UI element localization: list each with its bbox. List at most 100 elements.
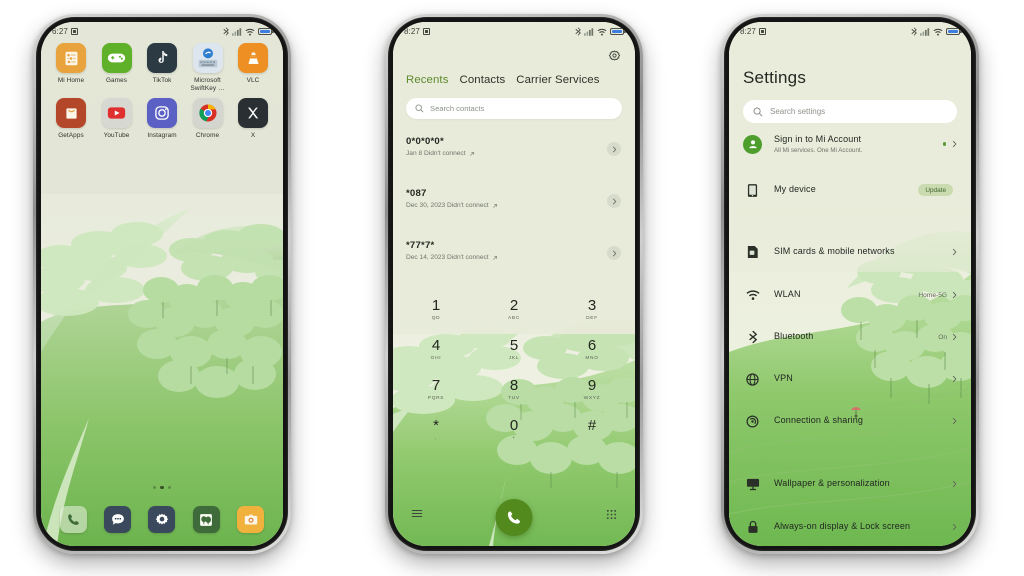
signal-icon xyxy=(584,27,594,36)
settings-item-label: Sign in to Mi Account xyxy=(774,134,862,145)
settings-item-sub: All Mi services. One Mi Account. xyxy=(774,146,863,154)
app-tiktok[interactable]: TikTok xyxy=(141,43,183,93)
settings-item-wlan[interactable]: WLAN Home-5G xyxy=(729,283,971,307)
key-letters: JKL xyxy=(508,355,520,361)
hamburger-menu-icon[interactable] xyxy=(411,505,423,523)
settings-item-value: Home-5G xyxy=(918,291,947,299)
dialpad-key-9[interactable]: 9 WXYZ xyxy=(569,378,615,418)
dialpad-key-8[interactable]: 8 TUV xyxy=(491,378,537,418)
home-dock xyxy=(41,506,283,533)
phone-dialer-screen: 8:27 Recents Contacts Carrier Services S… xyxy=(385,14,643,554)
call-details-button[interactable] xyxy=(607,194,621,208)
bluetooth-icon xyxy=(911,27,917,36)
app-label: TikTok xyxy=(152,77,172,84)
key-digit: 0 xyxy=(509,417,519,434)
settings-item-text: SIM cards & mobile networks xyxy=(774,246,952,257)
app-youtube[interactable]: YouTube xyxy=(96,98,138,140)
call-log-row[interactable]: *087 Dec 30, 2023 Didn't connect xyxy=(393,182,635,234)
dialpad-key-1[interactable]: 1 QD xyxy=(413,298,459,338)
app-mi-home[interactable]: Mi Home xyxy=(50,43,92,93)
dialpad-key-0[interactable]: 0 + xyxy=(491,418,537,458)
settings-item-text: WLAN xyxy=(774,289,918,300)
dialpad-key-star[interactable]: *, xyxy=(413,418,459,458)
page-dot[interactable] xyxy=(152,485,157,489)
tab-contacts[interactable]: Contacts xyxy=(460,74,506,86)
call-details-button[interactable] xyxy=(607,142,621,156)
settings-item-mi-account[interactable]: Sign in to Mi Account All Mi services. O… xyxy=(729,132,971,156)
outgoing-call-arrow-icon xyxy=(492,203,497,208)
outgoing-call-arrow-icon xyxy=(492,255,497,260)
dialpad-icon[interactable] xyxy=(606,507,617,525)
call-detail: Dec 30, 2023 Didn't connect xyxy=(406,202,622,209)
app-label: VLC xyxy=(246,77,260,84)
dialpad-key-5[interactable]: 5 JKL xyxy=(491,338,537,378)
call-log-row[interactable]: *77*7* Dec 14, 2023 Didn't connect xyxy=(393,234,635,286)
search-settings-input[interactable]: Search settings xyxy=(743,100,957,123)
search-contacts-input[interactable]: Search contacts xyxy=(406,98,622,119)
app-microsoft-swiftkey[interactable]: Microsoft SwiftKey … xyxy=(187,43,229,93)
key-digit: 4 xyxy=(431,337,441,354)
key-digit: 9 xyxy=(587,377,597,394)
dialpad-key-6[interactable]: 6 MNO xyxy=(569,338,615,378)
dock-phone-icon[interactable] xyxy=(59,506,87,533)
outgoing-call-arrow-icon xyxy=(469,151,474,156)
lock-icon xyxy=(743,520,762,534)
bluetooth-icon xyxy=(743,330,762,344)
page-dot[interactable] xyxy=(167,485,172,489)
settings-item-vpn[interactable]: VPN xyxy=(729,367,971,391)
call-button[interactable] xyxy=(495,499,533,536)
app-chrome[interactable]: Chrome xyxy=(187,98,229,140)
page-dot-active[interactable] xyxy=(160,485,164,489)
search-icon xyxy=(753,106,763,116)
dialpad-row: 4 GHI 5 JKL 6 MNO xyxy=(413,338,615,378)
dialpad-key-7[interactable]: 7 PQRS xyxy=(413,378,459,418)
vlc-icon xyxy=(238,43,268,73)
settings-item-text: Connection & sharing xyxy=(774,415,952,426)
x-icon xyxy=(238,98,268,128)
chevron-right-icon xyxy=(952,286,957,304)
app-games[interactable]: Games xyxy=(96,43,138,93)
wifi-icon xyxy=(597,28,607,35)
app-instagram[interactable]: Instagram xyxy=(141,98,183,140)
key-digit: # xyxy=(587,417,597,434)
app-vlc[interactable]: VLC xyxy=(232,43,274,93)
app-x[interactable]: X xyxy=(232,98,274,140)
settings-item-my-device[interactable]: My device Update xyxy=(729,178,971,202)
phone-home-screen: 6:27 Mi Home Games TikTok Microsoft Swif… xyxy=(33,14,291,554)
dialer-tabs: Recents Contacts Carrier Services xyxy=(406,74,622,86)
key-digit: 2 xyxy=(509,297,519,314)
update-badge[interactable]: Update xyxy=(918,184,953,196)
call-log-row[interactable]: 0*0*0*0* Jan 8 Didn't connect xyxy=(393,130,635,182)
notification-dot xyxy=(942,142,946,146)
dialpad-row: 1 QD 2 ABC 3 DEF xyxy=(413,298,615,338)
tiktok-icon xyxy=(147,43,177,73)
dock-settings-icon[interactable] xyxy=(148,506,176,533)
dialpad-key-4[interactable]: 4 GHI xyxy=(413,338,459,378)
settings-gear-icon[interactable] xyxy=(606,48,622,64)
screenshot-stage: 6:27 Mi Home Games TikTok Microsoft Swif… xyxy=(0,0,1024,576)
settings-item-text: Wallpaper & personalization xyxy=(774,478,952,489)
call-number: *087 xyxy=(406,188,427,199)
dock-messages-icon[interactable] xyxy=(104,506,132,533)
settings-item-connection-sharing[interactable]: Connection & sharing xyxy=(729,409,971,433)
app-getapps[interactable]: GetApps xyxy=(50,98,92,140)
dialpad-key-3[interactable]: 3 DEF xyxy=(569,298,615,338)
settings-item-sim-cards[interactable]: SIM cards & mobile networks xyxy=(729,240,971,264)
settings-item-bluetooth[interactable]: Bluetooth On xyxy=(729,325,971,349)
settings-item-wallpaper[interactable]: Wallpaper & personalization xyxy=(729,472,971,496)
chevron-right-icon xyxy=(612,197,616,205)
signal-icon xyxy=(232,27,242,36)
avatar xyxy=(743,134,762,154)
getapps-icon xyxy=(56,98,86,128)
dialpad-key-2[interactable]: 2 ABC xyxy=(491,298,537,338)
settings-item-aod-lockscreen[interactable]: Always-on display & Lock screen xyxy=(729,515,971,539)
call-details-button[interactable] xyxy=(607,246,621,260)
dock-camera-icon[interactable] xyxy=(237,506,265,533)
dock-gallery-icon[interactable] xyxy=(192,506,220,533)
call-detail: Dec 14, 2023 Didn't connect xyxy=(406,254,622,261)
search-placeholder: Search settings xyxy=(770,107,826,116)
tab-recents[interactable]: Recents xyxy=(406,74,449,86)
settings-item-label: SIM cards & mobile networks xyxy=(774,246,895,257)
dialpad-key-hash[interactable]: # xyxy=(569,418,615,458)
tab-carrier-services[interactable]: Carrier Services xyxy=(516,74,599,86)
